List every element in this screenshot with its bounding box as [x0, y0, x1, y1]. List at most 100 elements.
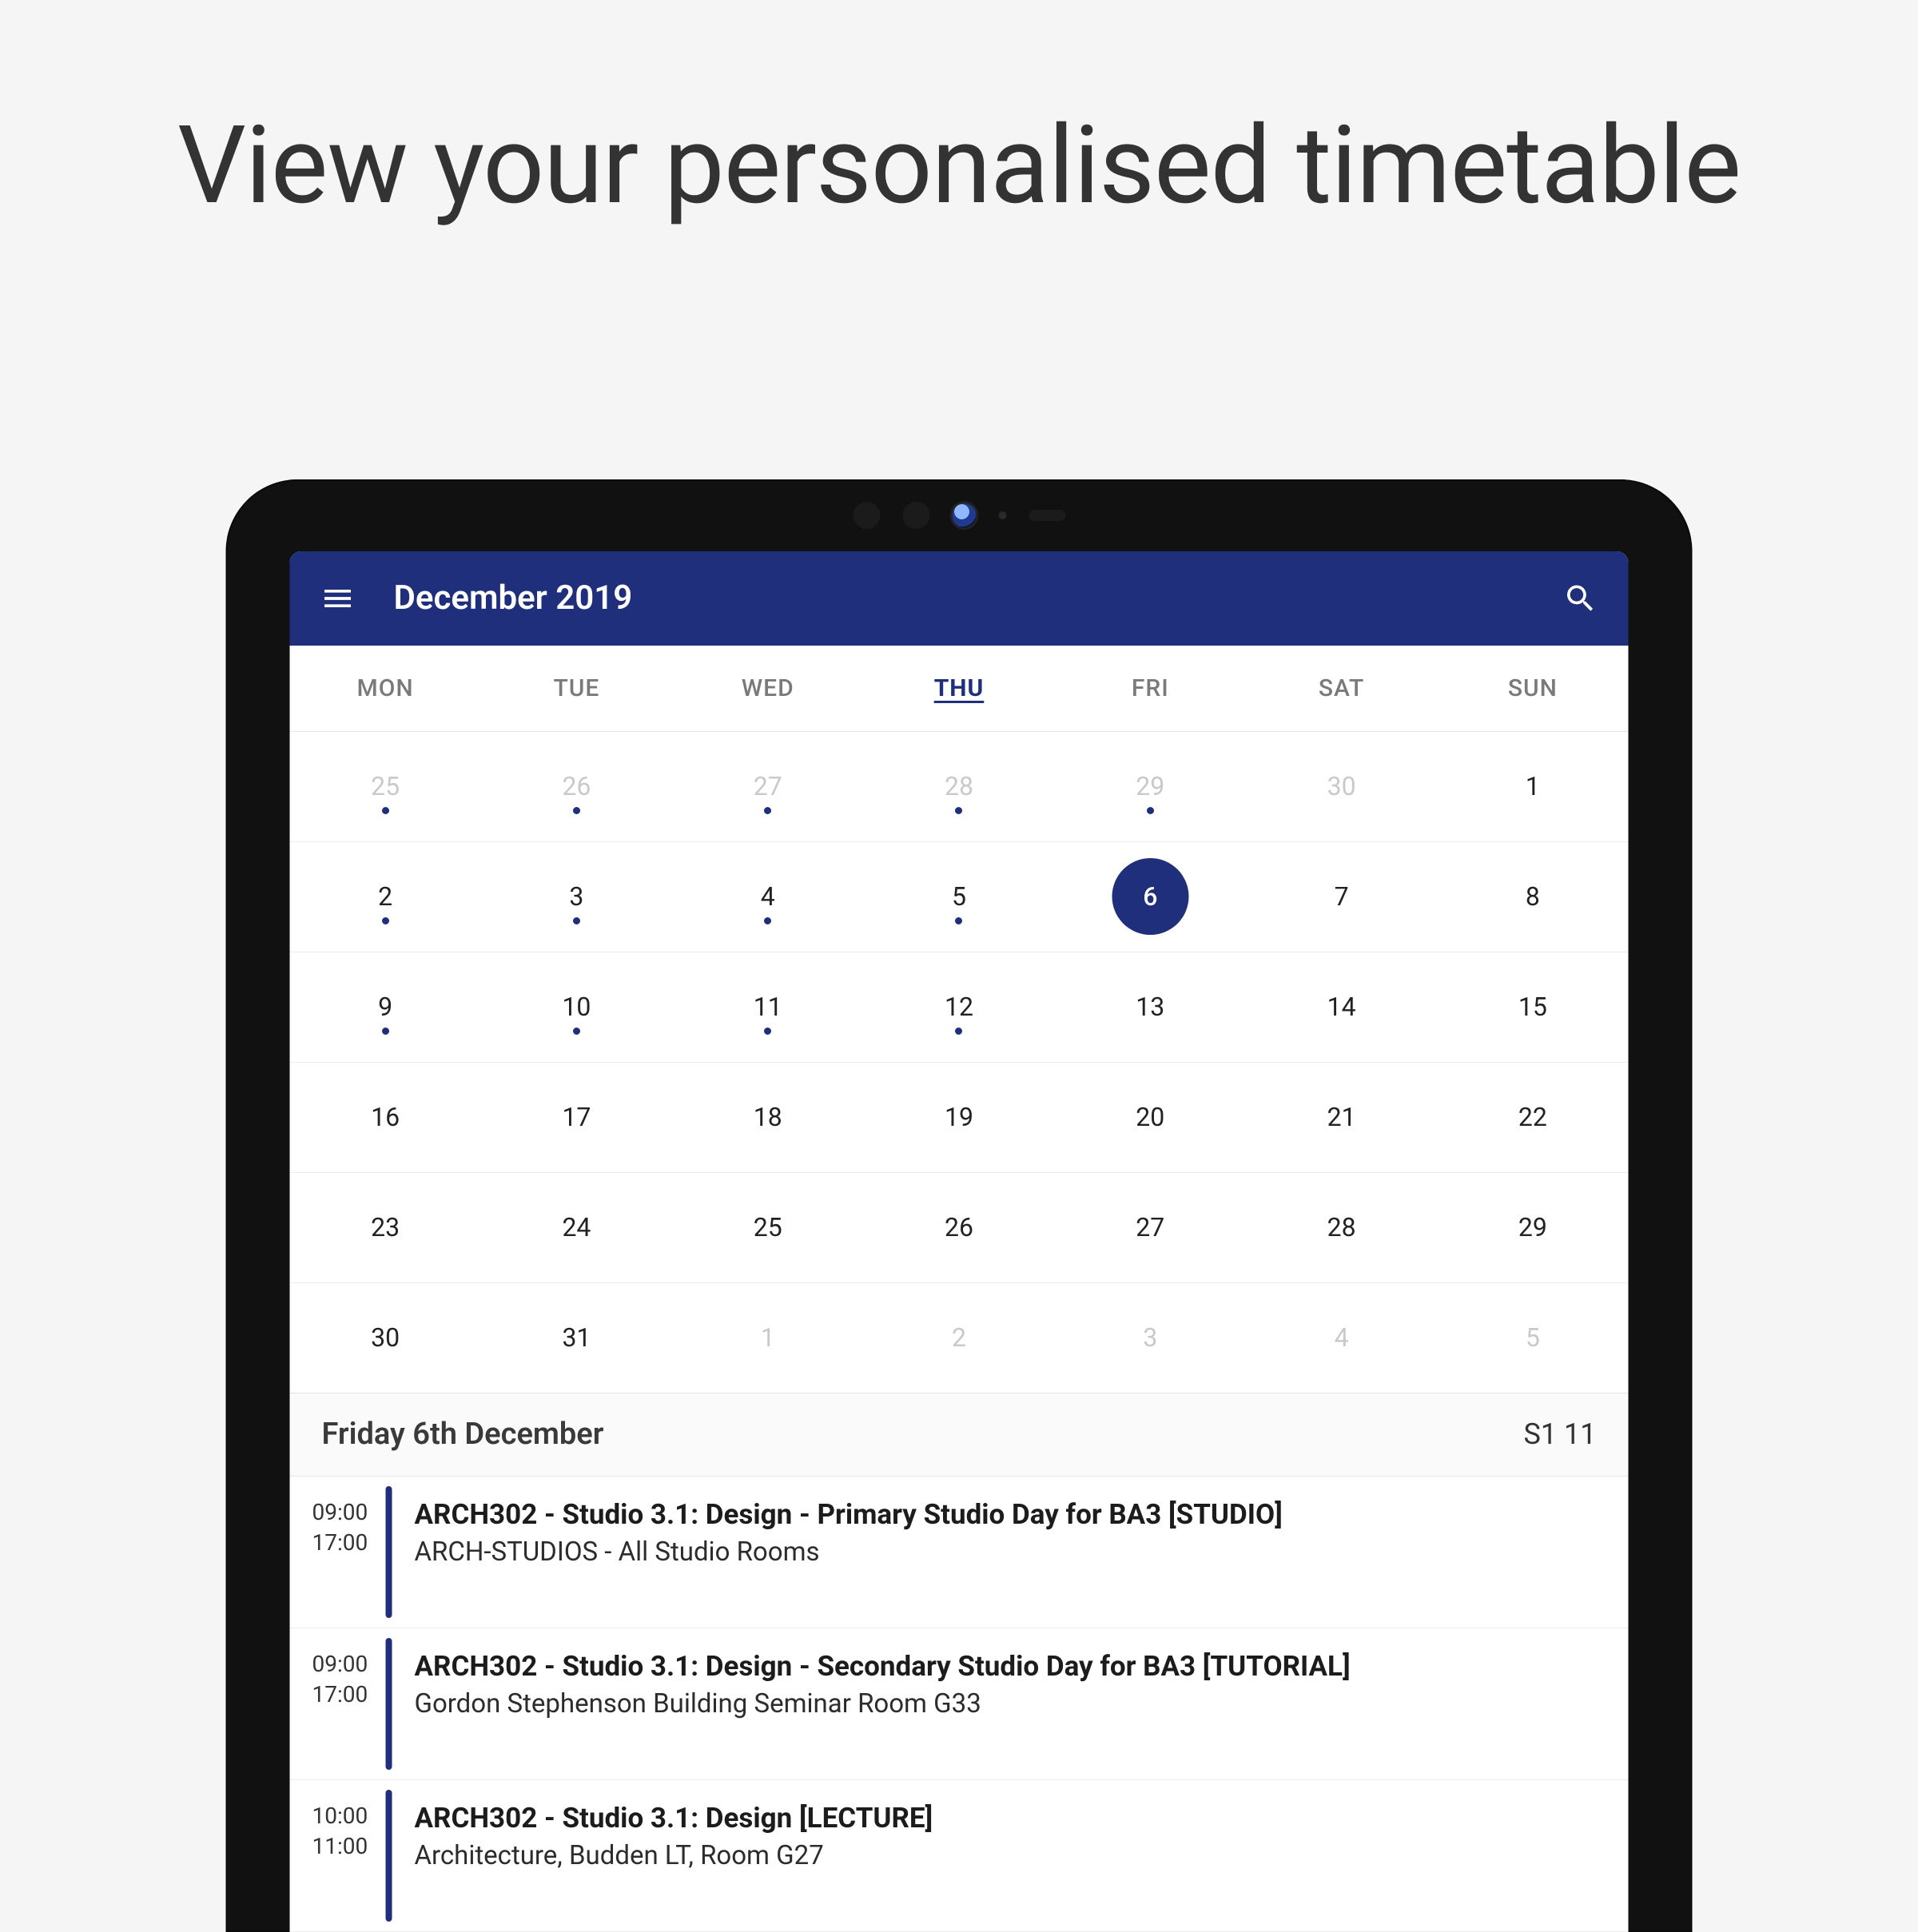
day-number: 9 — [378, 992, 392, 1022]
appbar-title: December 2019 — [394, 578, 633, 618]
speaker-grille — [1029, 510, 1065, 521]
calendar-day[interactable]: 27 — [672, 732, 863, 841]
agenda-event[interactable]: 09:0017:00ARCH302 - Studio 3.1: Design -… — [290, 1477, 1629, 1628]
calendar-day[interactable]: 7 — [1246, 842, 1437, 952]
day-number: 10 — [562, 992, 591, 1022]
day-number: 26 — [945, 1212, 973, 1242]
event-times: 09:0017:00 — [290, 1628, 386, 1779]
event-body: ARCH302 - Studio 3.1: Design [LECTURE]Ar… — [392, 1780, 1629, 1931]
calendar-day[interactable]: 13 — [1055, 952, 1246, 1062]
calendar-day[interactable]: 8 — [1437, 842, 1628, 952]
calendar-day[interactable]: 18 — [672, 1063, 863, 1172]
day-number: 13 — [1136, 992, 1164, 1022]
calendar-day[interactable]: 21 — [1246, 1063, 1437, 1172]
calendar-day[interactable]: 19 — [863, 1063, 1054, 1172]
calendar-day[interactable]: 9 — [290, 952, 481, 1062]
dow-wed: WED — [672, 646, 863, 731]
day-number: 25 — [371, 771, 400, 801]
calendar-day[interactable]: 28 — [1246, 1173, 1437, 1282]
calendar-day[interactable]: 14 — [1246, 952, 1437, 1062]
calendar-day[interactable]: 26 — [481, 732, 672, 841]
event-times: 10:0011:00 — [290, 1780, 386, 1931]
sensor-dot — [998, 511, 1006, 519]
calendar-day[interactable]: 30 — [290, 1283, 481, 1393]
day-number: 19 — [945, 1102, 973, 1132]
agenda-header: Friday 6th December S1 11 — [290, 1393, 1629, 1477]
day-number: 30 — [1327, 771, 1356, 801]
day-number: 29 — [1518, 1212, 1547, 1242]
dow-thu: THU — [863, 646, 1054, 731]
day-number: 5 — [1526, 1322, 1540, 1353]
agenda-list[interactable]: 09:0017:00ARCH302 - Studio 3.1: Design -… — [290, 1477, 1629, 1932]
calendar-day[interactable]: 6 — [1055, 842, 1246, 952]
calendar-day[interactable]: 5 — [863, 842, 1054, 952]
day-number: 6 — [1143, 881, 1157, 912]
calendar-day[interactable]: 1 — [672, 1283, 863, 1393]
day-number: 11 — [754, 992, 782, 1022]
calendar-day[interactable]: 11 — [672, 952, 863, 1062]
calendar-day[interactable]: 2 — [863, 1283, 1054, 1393]
day-number: 12 — [945, 992, 973, 1022]
calendar-day[interactable]: 20 — [1055, 1063, 1246, 1172]
calendar-day[interactable]: 10 — [481, 952, 672, 1062]
calendar-day[interactable]: 5 — [1437, 1283, 1628, 1393]
dow-sun: SUN — [1437, 646, 1628, 731]
event-accent-bar — [386, 1790, 392, 1922]
agenda-event[interactable]: 09:0017:00ARCH302 - Studio 3.1: Design -… — [290, 1628, 1629, 1780]
day-number: 21 — [1327, 1102, 1356, 1132]
calendar-day[interactable]: 25 — [672, 1173, 863, 1282]
calendar-day[interactable]: 15 — [1437, 952, 1628, 1062]
calendar-day[interactable]: 29 — [1055, 732, 1246, 841]
calendar-day[interactable]: 24 — [481, 1173, 672, 1282]
calendar-week: 16 17 18 19 20 21 22 — [290, 1063, 1629, 1173]
calendar-week: 2 3 4 5 6 78 — [290, 842, 1629, 952]
event-accent-bar — [386, 1486, 392, 1618]
sensor-slot — [902, 502, 929, 529]
calendar-day[interactable]: 26 — [863, 1173, 1054, 1282]
day-number: 16 — [371, 1102, 400, 1132]
day-number: 2 — [952, 1322, 966, 1353]
calendar-day[interactable]: 31 — [481, 1283, 672, 1393]
day-number: 3 — [569, 881, 583, 912]
day-number: 2 — [378, 881, 392, 912]
day-number: 27 — [754, 771, 782, 801]
menu-icon[interactable] — [317, 578, 359, 619]
calendar-day[interactable]: 25 — [290, 732, 481, 841]
day-number: 29 — [1136, 771, 1164, 801]
day-number: 31 — [562, 1322, 591, 1353]
sensor-slot — [853, 502, 880, 529]
calendar-day[interactable]: 22 — [1437, 1063, 1628, 1172]
agenda-date-label: Friday 6th December — [322, 1417, 604, 1452]
calendar-grid: 2526272829301234567891011121314151617181… — [290, 732, 1629, 1393]
calendar-day[interactable]: 28 — [863, 732, 1054, 841]
page-headline: View your personalised timetable — [0, 0, 1918, 228]
agenda-event[interactable]: 10:0011:00ARCH302 - Studio 3.1: Design [… — [290, 1780, 1629, 1932]
calendar-day[interactable]: 16 — [290, 1063, 481, 1172]
calendar-day[interactable]: 2 — [290, 842, 481, 952]
day-number: 24 — [562, 1212, 591, 1242]
day-number: 17 — [562, 1102, 591, 1132]
dow-mon: MON — [290, 646, 481, 731]
agenda-meta: S1 11 — [1523, 1417, 1596, 1451]
day-number: 27 — [1136, 1212, 1164, 1242]
event-location: Gordon Stephenson Building Seminar Room … — [415, 1688, 1605, 1719]
search-icon[interactable] — [1560, 578, 1602, 619]
calendar-day[interactable]: 1 — [1437, 732, 1628, 841]
calendar-day[interactable]: 23 — [290, 1173, 481, 1282]
day-number: 30 — [371, 1322, 400, 1353]
day-number: 22 — [1518, 1102, 1547, 1132]
calendar-day[interactable]: 3 — [481, 842, 672, 952]
calendar-day[interactable]: 17 — [481, 1063, 672, 1172]
day-of-week-row: MONTUEWEDTHUFRISATSUN — [290, 646, 1629, 732]
calendar-day[interactable]: 3 — [1055, 1283, 1246, 1393]
calendar-day[interactable]: 29 — [1437, 1173, 1628, 1282]
dow-tue: TUE — [481, 646, 672, 731]
calendar-day[interactable]: 4 — [1246, 1283, 1437, 1393]
calendar-day[interactable]: 12 — [863, 952, 1054, 1062]
calendar-day[interactable]: 27 — [1055, 1173, 1246, 1282]
day-number: 4 — [761, 881, 775, 912]
calendar-day[interactable]: 30 — [1246, 732, 1437, 841]
calendar-day[interactable]: 4 — [672, 842, 863, 952]
event-body: ARCH302 - Studio 3.1: Design - Primary S… — [392, 1477, 1629, 1628]
day-number: 4 — [1335, 1322, 1349, 1353]
